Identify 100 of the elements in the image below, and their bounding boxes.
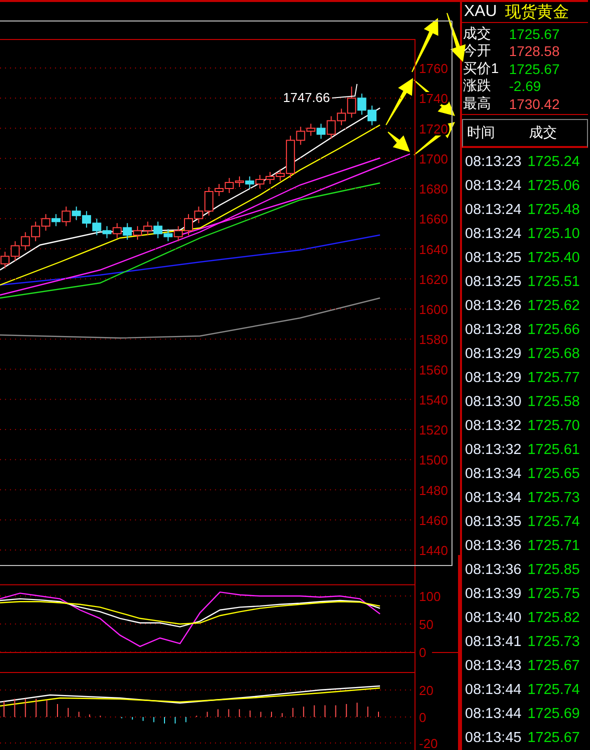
axis-label: 1600 [419, 302, 448, 317]
candlestick [184, 214, 193, 236]
trade-price: 1725.62 [527, 298, 580, 314]
trade-time: 08:13:36 [465, 538, 522, 554]
axis-label: 1560 [419, 362, 448, 378]
candlestick [133, 226, 142, 240]
field-value: -2.69 [509, 78, 541, 94]
trade-time: 08:13:25 [465, 274, 522, 290]
trade-price: 1725.71 [527, 538, 580, 554]
candlestick [41, 214, 50, 232]
candlestick [102, 226, 112, 239]
candlestick [20, 232, 30, 251]
trade-price: 1725.67 [527, 658, 580, 674]
candlestick [153, 221, 162, 239]
trade-price: 1725.51 [527, 274, 580, 290]
axis-label: 1700 [419, 151, 448, 166]
trade-price: 1725.82 [527, 610, 580, 626]
high-price-label: 1747.66 [283, 90, 330, 105]
trade-time: 08:13:26 [465, 298, 522, 314]
trade-price: 1725.66 [527, 322, 580, 338]
candlestick [92, 218, 102, 236]
trade-price: 1725.48 [527, 202, 580, 218]
axis-label: 1640 [419, 242, 448, 257]
candlestick [245, 176, 254, 189]
trade-time: 08:13:34 [465, 490, 522, 506]
candlestick [164, 228, 173, 242]
trade-time: 08:13:32 [465, 442, 522, 458]
candlestick [0, 251, 10, 269]
trade-time: 08:13:40 [465, 610, 522, 626]
trade-price: 1725.69 [527, 706, 580, 722]
axis-label: 50 [419, 617, 434, 632]
candlestick [266, 171, 275, 184]
candlestick [82, 210, 92, 228]
symbol-code: XAU [464, 3, 497, 21]
trade-price: 1725.40 [527, 250, 580, 266]
field-label: 今开 [463, 42, 492, 60]
candlestick [112, 222, 122, 239]
axis-label: 0 [419, 710, 426, 725]
field-value: 1728.58 [509, 43, 560, 60]
trade-time: 08:13:24 [465, 226, 522, 242]
axis-label: 1760 [419, 61, 448, 76]
field-label: 最高 [463, 94, 492, 113]
trade-price: 1725.85 [527, 562, 580, 578]
trade-time: 08:13:29 [465, 346, 522, 362]
trade-time: 08:13:44 [465, 706, 522, 722]
axis-label: 1620 [419, 272, 448, 287]
candlestick [255, 174, 264, 189]
field-value: 1730.42 [509, 96, 560, 112]
candlestick [143, 221, 152, 236]
column-header: 成交 [529, 124, 557, 142]
axis-label: 1520 [419, 422, 448, 438]
trade-time: 08:13:29 [465, 370, 522, 386]
trade-time: 08:13:35 [465, 514, 522, 530]
trade-time: 08:13:36 [465, 562, 522, 578]
candlestick [72, 206, 81, 221]
trade-time: 08:13:24 [465, 178, 522, 194]
axis-label: 1660 [419, 212, 448, 227]
trade-time: 08:13:43 [465, 658, 522, 674]
trade-time: 08:13:28 [465, 322, 522, 338]
axis-label: 1540 [419, 392, 448, 408]
axis-label: 20 [419, 683, 434, 698]
trade-price: 1725.61 [527, 442, 580, 458]
trade-price: 1725.74 [527, 514, 580, 530]
axis-label: 1460 [419, 512, 448, 528]
instrument-name: 现货黄金 [504, 2, 569, 22]
candlestick [224, 177, 234, 194]
trade-price: 1725.73 [527, 634, 580, 650]
trade-price: 1725.75 [527, 586, 580, 602]
candlestick [31, 221, 40, 242]
candlestick [368, 105, 376, 126]
axis-label: 1440 [419, 543, 448, 558]
axis-label: 0 [419, 645, 426, 660]
trade-price: 1725.06 [527, 178, 580, 194]
trade-time: 08:13:45 [465, 730, 522, 746]
trade-price: 1725.67 [527, 730, 580, 746]
axis-label: 1500 [419, 452, 448, 468]
field-label: 买价1 [463, 60, 500, 78]
field-label: 涨跌 [463, 77, 492, 96]
trade-price: 1725.68 [527, 346, 580, 362]
trade-price: 1725.65 [527, 466, 580, 482]
axis-label: 100 [419, 589, 441, 604]
trade-price: 1725.24 [527, 154, 580, 170]
axis-label: 1680 [419, 182, 448, 196]
trade-time: 08:13:30 [465, 394, 522, 410]
trade-time: 08:13:24 [465, 202, 522, 218]
field-label: 成交 [463, 24, 492, 43]
trade-time: 08:13:34 [465, 466, 522, 482]
field-value: 1725.67 [509, 26, 560, 42]
field-value: 1725.67 [509, 60, 560, 77]
axis-label: -20 [419, 736, 438, 750]
column-header: 时间 [466, 124, 496, 142]
trade-price: 1725.77 [527, 370, 580, 386]
trade-time: 08:13:41 [465, 634, 522, 650]
candlestick [10, 240, 20, 262]
leader-line [332, 84, 358, 98]
trade-price: 1725.10 [527, 226, 580, 242]
candlestick [122, 222, 132, 240]
trade-price: 1725.70 [527, 418, 580, 434]
trade-price: 1725.74 [527, 682, 580, 698]
trade-time: 08:13:23 [465, 154, 522, 170]
